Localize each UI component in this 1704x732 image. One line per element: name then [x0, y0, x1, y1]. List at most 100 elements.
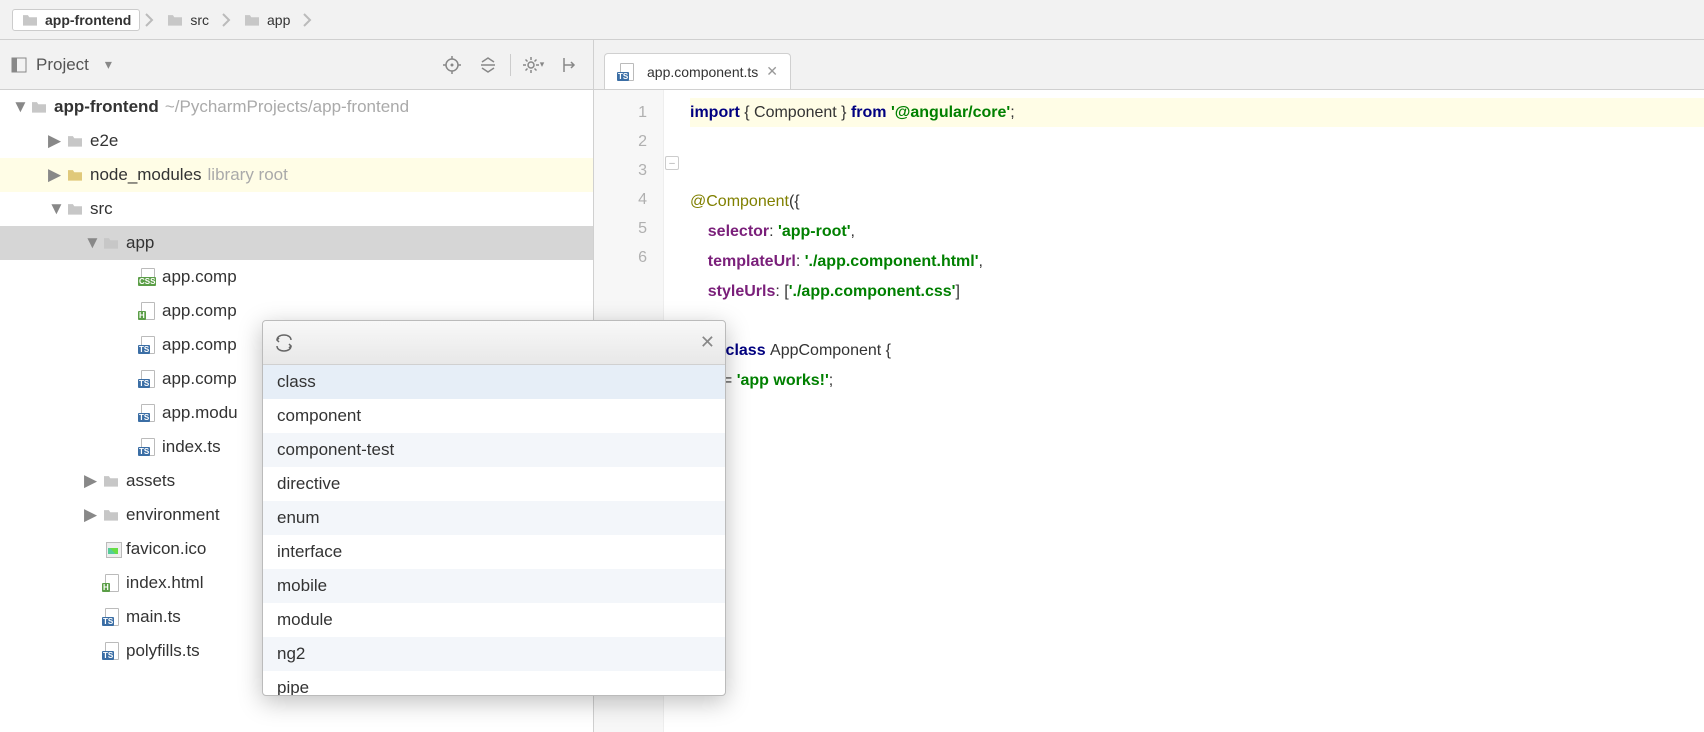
- project-sidebar: Project ▾ ▾ ▼ app-frontend ~/PycharmProj…: [0, 40, 594, 732]
- tree-label: index.ts: [162, 430, 221, 464]
- fold-icon[interactable]: –: [665, 156, 679, 170]
- tree-label: main.ts: [126, 600, 181, 634]
- image-file-icon: [102, 540, 124, 558]
- tree-label: assets: [126, 464, 175, 498]
- tab-label: app.component.ts: [647, 64, 758, 80]
- ts-file-icon: TS: [102, 608, 124, 626]
- chevron-right-icon: ▶: [48, 158, 66, 192]
- line-number: 4: [594, 185, 647, 214]
- folder-icon: [243, 13, 261, 27]
- tree-label: node_modules: [90, 158, 202, 192]
- tree-label: favicon.ico: [126, 532, 206, 566]
- tree-label: app-frontend: [54, 90, 159, 124]
- editor-pane: TS app.component.ts ✕ 123456 – import { …: [594, 40, 1704, 732]
- ts-file-icon: TS: [138, 404, 160, 422]
- popup-item-module[interactable]: module: [263, 603, 725, 637]
- collapse-icon[interactable]: [474, 51, 502, 79]
- editor-body: 123456 – import { Component } from '@ang…: [594, 90, 1704, 732]
- tree-label: app.comp: [162, 294, 237, 328]
- folder-icon: [66, 134, 90, 148]
- gear-icon[interactable]: ▾: [519, 51, 547, 79]
- breadcrumb-label: app-frontend: [45, 12, 131, 28]
- folder-icon: [21, 13, 39, 27]
- tree-label: app.modu: [162, 396, 238, 430]
- tree-label: e2e: [90, 124, 118, 158]
- project-view-icon[interactable]: [10, 56, 28, 74]
- css-file-icon: CSS: [138, 268, 160, 286]
- breadcrumb-item-src[interactable]: src: [158, 10, 217, 30]
- line-number: 5: [594, 214, 647, 243]
- folder-icon: [166, 13, 184, 27]
- refresh-icon[interactable]: [273, 332, 295, 354]
- line-number: 6: [594, 243, 647, 272]
- line-number: 1: [594, 98, 647, 127]
- code-area[interactable]: import { Component } from '@angular/core…: [682, 90, 1704, 732]
- tree-item[interactable]: ▶ node_moduleslibrary root: [0, 158, 593, 192]
- popup-item-pipe[interactable]: pipe: [263, 671, 725, 695]
- chevron-right-icon: ▶: [48, 124, 66, 158]
- ts-file-icon: TS: [138, 370, 160, 388]
- popup-item-directive[interactable]: directive: [263, 467, 725, 501]
- tree-item[interactable]: ▼ src: [0, 192, 593, 226]
- chevron-right-icon: ▶: [84, 498, 102, 532]
- tree-item[interactable]: ▼ app: [0, 226, 593, 260]
- close-icon[interactable]: ✕: [766, 63, 778, 80]
- tree-label: app: [126, 226, 154, 260]
- breadcrumb-label: app: [267, 12, 290, 28]
- popup-item-component[interactable]: component: [263, 399, 725, 433]
- chevron-right-icon: ▶: [84, 464, 102, 498]
- tree-label: environment: [126, 498, 220, 532]
- hide-icon[interactable]: [555, 51, 583, 79]
- tree-label: app.comp: [162, 328, 237, 362]
- folder-icon: [102, 236, 126, 250]
- breadcrumb-item-app[interactable]: app: [235, 10, 298, 30]
- editor-tabbar: TS app.component.ts ✕: [594, 40, 1704, 90]
- popup-item-component-test[interactable]: component-test: [263, 433, 725, 467]
- tree-item[interactable]: CSSapp.comp: [0, 260, 593, 294]
- popup-item-class[interactable]: class: [263, 365, 725, 399]
- chevron-down-icon: ▼: [12, 90, 30, 124]
- tree-root[interactable]: ▼ app-frontend ~/PycharmProjects/app-fro…: [0, 90, 593, 124]
- tree-path: ~/PycharmProjects/app-frontend: [165, 90, 409, 124]
- popup-item-interface[interactable]: interface: [263, 535, 725, 569]
- popup-list: classcomponentcomponent-testdirectiveenu…: [263, 365, 725, 695]
- h-file-icon: H: [138, 302, 160, 320]
- target-icon[interactable]: [438, 51, 466, 79]
- tree-label: app.comp: [162, 362, 237, 396]
- tree-item[interactable]: ▶ e2e: [0, 124, 593, 158]
- dropdown-icon[interactable]: ▾: [105, 56, 112, 73]
- tree-label: index.html: [126, 566, 203, 600]
- popup-item-enum[interactable]: enum: [263, 501, 725, 535]
- folder-icon: [66, 202, 90, 216]
- tree-label: polyfills.ts: [126, 634, 200, 668]
- breadcrumb-item-root[interactable]: app-frontend: [12, 9, 140, 31]
- tree-label: app.comp: [162, 260, 237, 294]
- popup-header: ✕: [263, 321, 725, 365]
- popup-item-mobile[interactable]: mobile: [263, 569, 725, 603]
- h-file-icon: H: [102, 574, 124, 592]
- chevron-down-icon: ▼: [48, 192, 66, 226]
- close-icon[interactable]: ✕: [700, 332, 715, 353]
- line-number: 3: [594, 156, 647, 185]
- line-number: 2: [594, 127, 647, 156]
- folder-icon: [102, 474, 126, 488]
- ts-file-icon: TS: [102, 642, 124, 660]
- main-split: Project ▾ ▾ ▼ app-frontend ~/PycharmProj…: [0, 40, 1704, 732]
- folder-icon: [102, 508, 126, 522]
- sidebar-title: Project: [36, 55, 89, 75]
- tree-suffix: library root: [208, 158, 288, 192]
- tree-label: src: [90, 192, 113, 226]
- chevron-right-icon: [144, 13, 154, 27]
- folder-icon: [66, 168, 90, 182]
- chevron-right-icon: [302, 13, 312, 27]
- generator-popup: ✕ classcomponentcomponent-testdirectivee…: [262, 320, 726, 696]
- editor-tab[interactable]: TS app.component.ts ✕: [604, 53, 791, 89]
- chevron-down-icon: ▼: [84, 226, 102, 260]
- ts-file-icon: TS: [617, 63, 639, 81]
- sidebar-header: Project ▾ ▾: [0, 40, 593, 90]
- ts-file-icon: TS: [138, 438, 160, 456]
- breadcrumb: app-frontend src app: [0, 0, 1704, 40]
- folder-icon: [30, 100, 54, 114]
- breadcrumb-label: src: [190, 12, 209, 28]
- popup-item-ng2[interactable]: ng2: [263, 637, 725, 671]
